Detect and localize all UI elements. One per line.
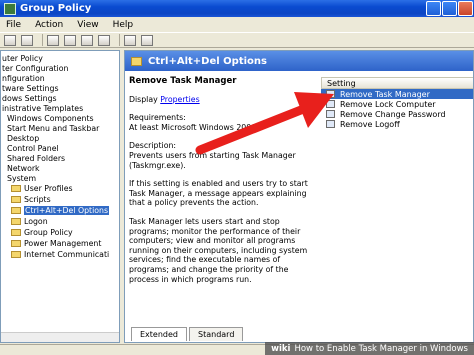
help-icon[interactable] [124,34,136,46]
requirements-label: Requirements: [129,113,186,123]
export-list-icon[interactable] [98,34,110,46]
description-value: Prevents users from starting Task Manage… [129,150,296,170]
tree-item[interactable]: Scripts [11,194,51,204]
policy-setting-icon [326,100,335,108]
tree-item[interactable]: Network [7,163,40,173]
menu-action[interactable]: Action [35,20,63,30]
group-policy-icon [4,2,16,15]
requirements-value: At least Microsoft Windows 2000 [129,122,257,132]
section-title: Ctrl+Alt+Del Options [148,55,267,67]
forward-icon[interactable] [21,34,33,46]
view-tabs: Extended Standard [131,327,245,341]
settings-list: Setting Remove Task Manager Remove Lock … [321,77,473,317]
toolbar-separator [42,34,43,46]
list-item-remove-change-password[interactable]: Remove Change Password [321,109,473,119]
display-line: Display Properties [129,94,200,104]
tree-item[interactable]: uter Policy [2,53,43,63]
folder-icon [11,250,21,258]
folder-icon [11,239,21,247]
close-button[interactable] [458,1,473,16]
show-tree-icon[interactable] [64,34,76,46]
properties-icon[interactable] [81,34,93,46]
maximize-button[interactable] [442,1,457,16]
list-item-remove-lock-computer[interactable]: Remove Lock Computer [321,99,473,109]
tree-item[interactable]: Windows Components [7,113,94,123]
tree-item[interactable]: Power Management [11,238,101,248]
setting-column-header[interactable]: Setting [321,77,473,89]
tree-item[interactable]: tware Settings [2,83,59,93]
details-pane: Ctrl+Alt+Del Options Remove Task Manager… [124,50,474,343]
tree-horizontal-scrollbar[interactable] [1,332,119,342]
toolbar-separator [119,34,120,46]
policy-setting-icon [326,110,335,118]
wikihow-logo: wiki [271,343,291,354]
back-icon[interactable] [4,34,16,46]
menu-help[interactable]: Help [113,20,134,30]
list-item-remove-task-manager[interactable]: Remove Task Manager [321,89,473,99]
tree-item[interactable]: dows Settings [2,93,57,103]
title-bar: Group Policy [0,0,474,17]
tree-item[interactable]: inistrative Templates [2,103,83,113]
list-item-remove-logoff[interactable]: Remove Logoff [321,119,473,129]
section-header: Ctrl+Alt+Del Options [125,51,473,71]
menu-view[interactable]: View [77,20,98,30]
tree-item[interactable]: Logon [11,216,48,226]
toolbar [0,32,474,48]
folder-icon [11,228,21,236]
tree-item[interactable]: Shared Folders [7,153,65,163]
tree-item[interactable]: nfiguration [2,73,45,83]
minimize-button[interactable] [426,1,441,16]
tree-item[interactable]: Internet Communicati [11,249,109,259]
description-label: Description: [129,141,177,151]
tree-pane[interactable]: uter Policy ter Configuration nfiguratio… [0,50,120,343]
filter-icon[interactable] [141,34,153,46]
tree-item[interactable]: System [7,173,36,183]
menu-bar: File Action View Help [0,17,474,32]
up-folder-icon[interactable] [47,34,59,46]
tree-item[interactable]: Group Policy [11,227,73,237]
tab-extended[interactable]: Extended [131,327,187,341]
description-paragraph: If this setting is enabled and users try… [129,179,308,208]
properties-link[interactable]: Properties [160,95,199,104]
tree-item[interactable]: Desktop [7,133,39,143]
policy-setting-icon [326,120,335,128]
folder-icon [11,195,21,203]
tree-item-ctrl-alt-del-options[interactable]: Ctrl+Alt+Del Options [11,205,110,215]
menu-file[interactable]: File [6,20,21,30]
tree-item[interactable]: User Profiles [11,183,73,193]
policy-title: Remove Task Manager [129,76,237,86]
extended-description: Remove Task Manager Display Properties R… [129,76,315,284]
tree-item[interactable]: ter Configuration [2,63,68,73]
folder-icon [11,217,21,225]
description-paragraph: Task Manager lets users start and stop p… [129,216,308,284]
caption-text: How to Enable Task Manager in Windows [294,343,468,354]
folder-icon [11,184,21,192]
tab-standard[interactable]: Standard [189,327,244,341]
folder-open-icon [11,206,21,214]
tree-item[interactable]: Control Panel [7,143,59,153]
caption-banner: wiki How to Enable Task Manager in Windo… [265,342,474,355]
folder-icon [131,56,142,66]
policy-setting-icon [326,90,335,98]
tree-item[interactable]: Start Menu and Taskbar [7,123,99,133]
window-title: Group Policy [20,3,92,14]
